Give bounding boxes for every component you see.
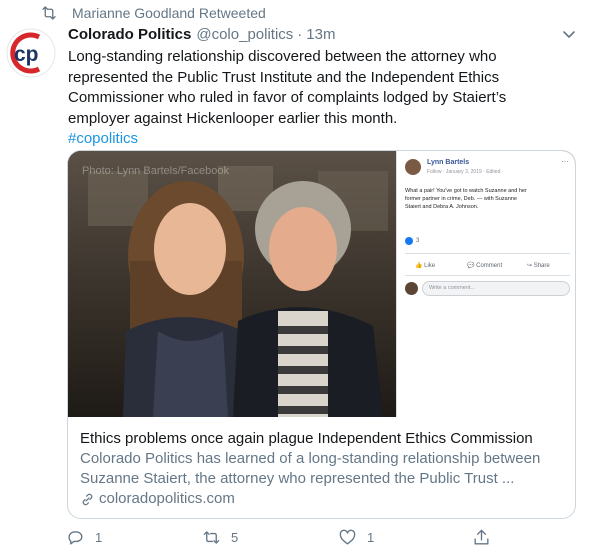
share-button[interactable]: [472, 528, 491, 547]
fb-post-text: What a pair! You've got to watch Suzanne…: [405, 188, 527, 210]
reply-icon: [68, 531, 83, 545]
separator-dot: ·: [297, 25, 303, 43]
fb-like-reaction-icon: [405, 237, 413, 245]
fb-share-button: ↪ Share: [527, 263, 550, 269]
tweet-text-line: Long-standing relationship discovered be…: [68, 48, 497, 65]
fb-author: Lynn Bartels: [427, 159, 470, 166]
fb-reaction-count: 3: [416, 238, 420, 244]
link-card[interactable]: Photo: Lynn Bartels/Facebook Lynn Bartel…: [67, 150, 576, 519]
display-name[interactable]: Colorado Politics: [68, 26, 191, 43]
avatar[interactable]: cp: [6, 28, 56, 78]
retweet-button[interactable]: 5: [202, 528, 238, 547]
user-handle[interactable]: @colo_politics: [196, 26, 293, 43]
card-title[interactable]: Ethics problems once again plague Indepe…: [80, 429, 565, 449]
tweet-actions: 1 5 1: [66, 528, 496, 550]
like-count: 1: [367, 530, 375, 545]
card-image[interactable]: Photo: Lynn Bartels/Facebook Lynn Bartel…: [68, 151, 575, 417]
fb-comment-input: Write a comment...: [422, 281, 570, 296]
colorado-politics-logo: cp: [6, 28, 56, 78]
svg-text:cp: cp: [14, 43, 39, 66]
tweet-text: Long-standing relationship discovered be…: [68, 47, 568, 150]
tweet-text-line: Commissioner who ruled in favor of compl…: [68, 89, 507, 106]
fb-meta: Follow · January 3, 2019 · Edited ·: [427, 169, 504, 175]
photo-watermark: Photo: Lynn Bartels/Facebook: [82, 165, 229, 177]
fb-divider: [405, 253, 570, 254]
like-button[interactable]: 1: [338, 528, 374, 547]
retweeted-by-label[interactable]: Marianne Goodland Retweeted: [72, 5, 266, 21]
share-icon: [474, 529, 489, 545]
tweet-text-line: employer against Hickenlooper earlier th…: [68, 109, 398, 127]
fb-commenter-avatar: [405, 282, 418, 295]
card-description: Colorado Politics has learned of a long-…: [80, 450, 541, 487]
fb-divider: [405, 275, 570, 276]
retweet-context: Marianne Goodland Retweeted: [40, 4, 266, 22]
fb-like-button: 👍 Like: [415, 263, 436, 269]
heart-icon: [339, 529, 356, 545]
fb-comment-button: 💬 Comment: [467, 263, 503, 269]
retweet-count: 5: [231, 530, 239, 545]
tweet-header: Colorado Politics @colo_politics · 13m: [68, 24, 585, 44]
card-body[interactable]: Ethics problems once again plague Indepe…: [68, 417, 575, 509]
timestamp[interactable]: 13m: [306, 26, 335, 43]
chevron-down-icon[interactable]: [561, 26, 577, 42]
link-icon: [82, 493, 93, 505]
hashtag-link[interactable]: #copolitics: [68, 129, 568, 150]
reply-count: 1: [95, 530, 103, 545]
facebook-post-screenshot: Lynn Bartels Follow · January 3, 2019 · …: [396, 151, 575, 417]
card-photo: Photo: Lynn Bartels/Facebook: [68, 151, 396, 417]
photo-illustration: [68, 151, 396, 417]
reply-button[interactable]: 1: [66, 528, 102, 547]
tweet-text-line: represented the Public Trust Institute a…: [68, 68, 500, 86]
card-domain-text[interactable]: coloradopolitics.com: [99, 489, 235, 509]
fb-more-icon: ···: [561, 157, 569, 166]
fb-avatar: [405, 159, 421, 175]
retweet-icon: [42, 6, 56, 20]
retweet-icon: [203, 531, 220, 544]
card-domain[interactable]: coloradopolitics.com: [80, 489, 565, 509]
